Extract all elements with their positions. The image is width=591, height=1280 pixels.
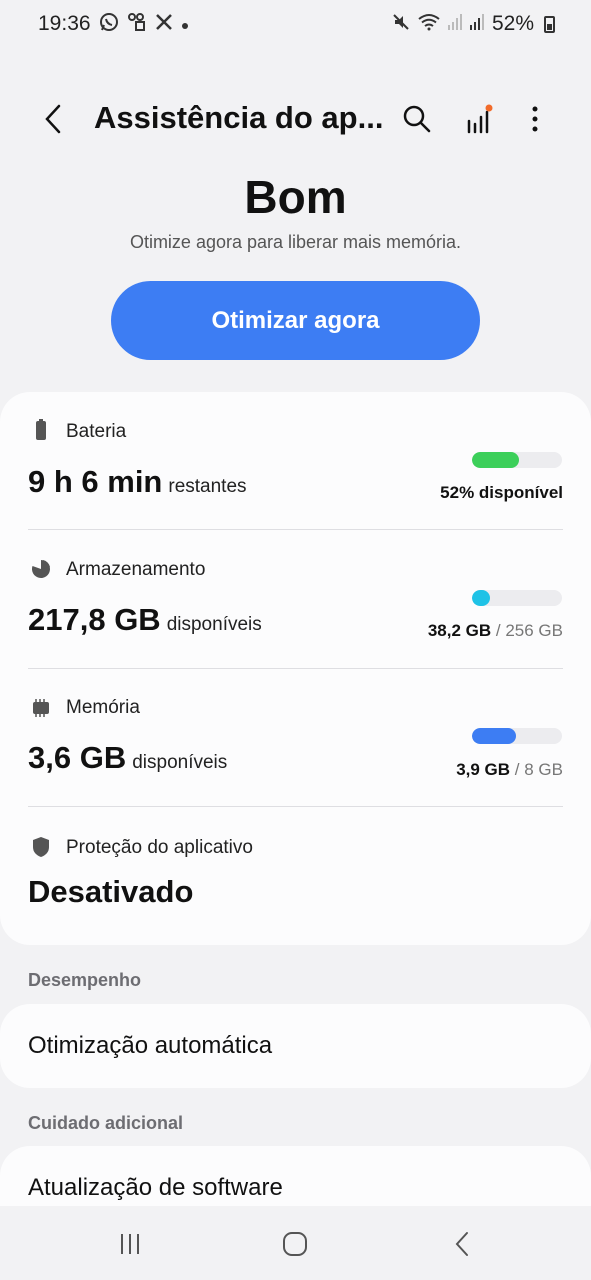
battery-suffix: restantes <box>168 476 247 497</box>
battery-value: 9 h 6 min restantes <box>28 464 247 500</box>
app-protection-label: Proteção do aplicativo <box>66 837 253 858</box>
storage-row[interactable]: Armazenamento 217,8 GB disponíveis 38,2 G… <box>0 530 591 668</box>
battery-icon <box>544 15 555 33</box>
pie-chart-icon <box>31 560 50 578</box>
mute-icon <box>392 13 410 36</box>
memory-chip-icon <box>33 699 49 717</box>
storage-suffix: disponíveis <box>166 614 262 635</box>
app-protection-row[interactable]: Proteção do aplicativo Desativado <box>0 806 591 945</box>
storage-total: 256 GB <box>505 621 563 640</box>
storage-value: 217,8 GB disponíveis <box>28 602 262 638</box>
storage-label: Armazenamento <box>66 559 206 580</box>
storage-bar <box>472 590 562 606</box>
wifi-icon <box>418 13 440 36</box>
battery-percent: 52% <box>491 12 534 35</box>
storage-available-amount: 217,8 GB <box>28 602 161 637</box>
memory-available-amount: 3,6 GB <box>28 740 127 775</box>
extra-care-section-header: Cuidado adicional <box>28 1113 184 1133</box>
storage-used: 38,2 GB <box>427 621 492 640</box>
shield-icon <box>33 837 49 857</box>
back-button[interactable] <box>38 102 68 136</box>
more-dot-icon <box>181 14 189 35</box>
back-icon <box>45 104 61 134</box>
signal-icon <box>469 13 484 36</box>
memory-sep: / <box>514 760 520 779</box>
device-status-subtitle: Otimize agora para liberar mais memória. <box>129 232 462 252</box>
status-bar: 19:36 52% <box>0 0 591 48</box>
battery-time: 9 h 6 min <box>28 464 163 499</box>
memory-value: 3,6 GB disponíveis <box>28 740 227 776</box>
device-status-heading: Bom <box>244 171 347 223</box>
x-icon <box>155 13 173 36</box>
battery-available: 52% disponível <box>440 483 563 502</box>
memory-suffix: disponíveis <box>132 752 228 773</box>
status-right: 52% <box>392 12 555 36</box>
navigation-bar <box>0 1206 591 1280</box>
device-care-card: Bateria 9 h 6 min restantes 52% disponíve… <box>0 392 591 945</box>
search-button[interactable] <box>400 102 434 136</box>
optimize-now-button[interactable]: Otimizar agora <box>111 281 480 360</box>
storage-usage: 38,2 GB / 256 GB <box>428 621 563 641</box>
home-button[interactable] <box>275 1224 315 1264</box>
memory-row[interactable]: Memória 3,6 GB disponíveis 3,9 GB / 8 GB <box>0 668 591 806</box>
app-header: Assistência do ap... <box>0 86 591 150</box>
auto-optimization-label: Otimização automática <box>28 1032 273 1059</box>
auto-optimization-item[interactable]: Otimização automática <box>0 1004 591 1088</box>
memory-total: 8 GB <box>524 760 563 779</box>
battery-row[interactable]: Bateria 9 h 6 min restantes 52% disponíve… <box>0 392 591 530</box>
back-icon <box>455 1232 468 1256</box>
memory-used: 3,9 GB <box>456 760 511 779</box>
performance-section-header: Desempenho <box>28 970 142 990</box>
storage-sep: / <box>495 621 501 640</box>
nav-back-button[interactable] <box>442 1224 482 1264</box>
clock: 19:36 <box>38 12 91 35</box>
stats-icon <box>467 104 493 134</box>
stats-button[interactable] <box>462 102 496 136</box>
whatsapp-icon <box>99 12 119 37</box>
recents-button[interactable] <box>110 1224 150 1264</box>
recents-icon <box>121 1234 139 1254</box>
battery-icon <box>36 419 46 440</box>
page-title: Assistência do ap... <box>94 100 384 135</box>
memory-usage: 3,9 GB / 8 GB <box>456 760 563 780</box>
home-icon <box>283 1232 307 1256</box>
memory-bar-fill <box>472 728 516 744</box>
search-icon <box>403 105 431 133</box>
battery-label: Bateria <box>66 421 127 442</box>
status-left: 19:36 <box>38 12 189 37</box>
memory-label: Memória <box>66 697 140 718</box>
battery-bar <box>472 452 562 468</box>
software-update-label: Atualização de software <box>28 1174 283 1201</box>
more-options-button[interactable] <box>518 102 552 136</box>
more-options-icon <box>532 106 538 132</box>
signal-icon <box>447 13 462 36</box>
storage-bar-fill <box>472 590 490 606</box>
app-protection-status: Desativado <box>28 874 194 909</box>
memory-bar <box>472 728 562 744</box>
app-notification-icon <box>127 12 147 37</box>
battery-bar-fill <box>472 452 519 468</box>
